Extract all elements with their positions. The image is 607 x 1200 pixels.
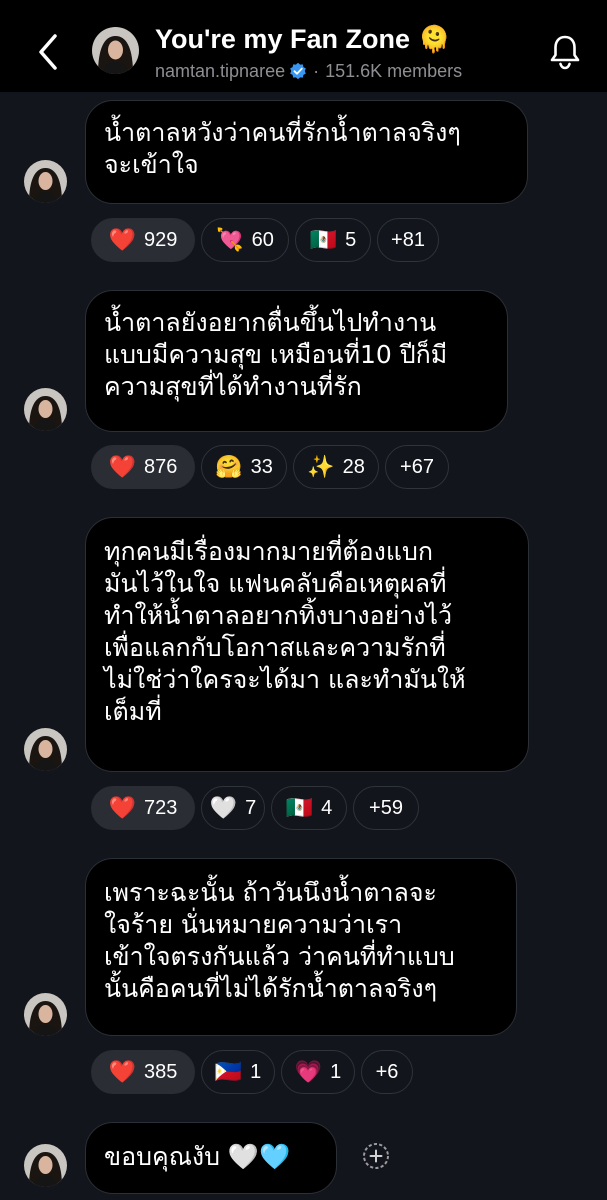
more-reactions-pill[interactable]: +59 xyxy=(353,786,419,830)
message-line: ไม่ใช่ว่าใครจะได้มา และทำมันให้ xyxy=(104,665,466,694)
message-line: นั้นคือคนที่ไม่ได้รักน้ำตาลจริงๆ xyxy=(104,974,438,1003)
add-reaction-button[interactable] xyxy=(356,1136,396,1176)
message-bubble[interactable]: ทุกคนมีเรื่องมากมายที่ต้องแบก มันไว้ในใจ… xyxy=(85,517,529,772)
sender-avatar[interactable] xyxy=(24,160,67,203)
reaction-row: ❤️ 929 💘 60 🇲🇽 5 +81 xyxy=(91,218,439,262)
message-line: ทุกคนมีเรื่องมากมายที่ต้องแบก xyxy=(104,537,433,566)
reaction-pill[interactable]: 🤗 33 xyxy=(201,445,287,489)
channel-title-text: You're my Fan Zone xyxy=(155,24,410,54)
add-reaction-icon xyxy=(363,1143,389,1169)
reaction-pill[interactable]: ❤️ 876 xyxy=(91,445,195,489)
message-line: น้ำตาลหวังว่าคนที่รักน้ำตาลจริงๆ xyxy=(104,118,461,147)
reaction-pill[interactable]: 🇲🇽 5 xyxy=(295,218,371,262)
sender-avatar[interactable] xyxy=(24,1144,67,1187)
heart-emoji: ❤️ xyxy=(108,227,137,252)
melting-face-emoji: 🫠 xyxy=(417,24,451,54)
reaction-pill[interactable]: 💘 60 xyxy=(201,218,289,262)
message-line: ขอบคุณงับ 🤍🩵 xyxy=(104,1142,291,1171)
heart-emoji: ❤️ xyxy=(108,454,137,479)
reaction-count: 5 xyxy=(345,228,357,251)
reaction-count: 1 xyxy=(250,1060,262,1083)
bell-icon xyxy=(550,35,580,70)
reaction-row: ❤️ 385 🇵🇭 1 💗 1 +6 xyxy=(91,1050,413,1094)
message-bubble[interactable]: เพราะฉะนั้น ถ้าวันนึงน้ำตาลจะ ใจร้าย นั่… xyxy=(85,858,517,1036)
verified-badge-icon xyxy=(290,62,306,80)
message-line: ใจร้าย นั่นหมายความว่าเรา xyxy=(104,910,403,939)
sender-avatar[interactable] xyxy=(24,388,67,431)
channel-header: You're my Fan Zone 🫠 namtan.tipnaree · 1… xyxy=(0,0,607,92)
reaction-pill[interactable]: 🇵🇭 1 xyxy=(201,1050,275,1094)
back-button[interactable] xyxy=(30,30,66,74)
reaction-pill[interactable]: ❤️ 929 xyxy=(91,218,195,262)
reaction-pill[interactable]: ❤️ 723 xyxy=(91,786,195,830)
more-reactions-count: +67 xyxy=(400,455,434,478)
more-reactions-count: +81 xyxy=(391,228,425,251)
channel-avatar[interactable] xyxy=(92,27,139,74)
member-count: 151.6K members xyxy=(325,61,463,81)
message-bubble[interactable]: น้ำตาลหวังว่าคนที่รักน้ำตาลจริงๆ จะเข้าใ… xyxy=(85,100,528,204)
heart-emoji: ❤️ xyxy=(108,795,137,820)
reaction-pill[interactable]: 🇲🇽 4 xyxy=(271,786,347,830)
mexico-flag-emoji: 🇲🇽 xyxy=(285,795,314,820)
channel-subtitle: namtan.tipnaree · 151.6K members xyxy=(155,60,462,82)
subtitle-separator: · xyxy=(313,61,320,81)
reaction-row: ❤️ 723 🤍 7 🇲🇽 4 +59 xyxy=(91,786,419,830)
more-reactions-pill[interactable]: +81 xyxy=(377,218,439,262)
channel-username[interactable]: namtan.tipnaree xyxy=(155,60,285,82)
reaction-count: 60 xyxy=(251,228,274,251)
message-line: เข้าใจตรงกันแล้ว ว่าคนที่ทำแบบ xyxy=(104,942,455,971)
reaction-count: 28 xyxy=(342,455,365,478)
message-line: เพราะฉะนั้น ถ้าวันนึงน้ำตาลจะ xyxy=(104,878,437,907)
reaction-count: 929 xyxy=(144,228,178,251)
reaction-row: ❤️ 876 🤗 33 ✨ 28 +67 xyxy=(91,445,449,489)
heart-emoji: ❤️ xyxy=(108,1059,137,1084)
message-line: จะเข้าใจ xyxy=(104,150,199,179)
message-line: เพื่อแลกกับโอกาสและความรักที่ xyxy=(104,633,446,662)
message-line: เต็มที่ xyxy=(104,697,162,726)
message-line: ทำให้น้ำตาลอยากทิ้งบางอย่างไว้ xyxy=(104,601,453,630)
notifications-button[interactable] xyxy=(546,32,584,72)
message-line: น้ำตาลยังอยากตื่นขึ้นไปทำงาน xyxy=(104,308,437,337)
reaction-pill[interactable]: 💗 1 xyxy=(281,1050,355,1094)
reaction-count: 4 xyxy=(321,796,333,819)
sender-avatar[interactable] xyxy=(24,728,67,771)
reaction-pill[interactable]: ✨ 28 xyxy=(293,445,379,489)
channel-title: You're my Fan Zone 🫠 xyxy=(155,22,450,56)
reaction-count: 7 xyxy=(245,796,257,819)
white-heart-emoji: 🤍 xyxy=(209,795,238,820)
sparkles-emoji: ✨ xyxy=(307,454,335,479)
mexico-flag-emoji: 🇲🇽 xyxy=(309,227,338,252)
message-bubble[interactable]: ขอบคุณงับ 🤍🩵 xyxy=(85,1122,337,1194)
reaction-pill[interactable]: 🤍 7 xyxy=(201,786,265,830)
reaction-count: 385 xyxy=(144,1060,178,1083)
philippines-flag-emoji: 🇵🇭 xyxy=(214,1059,243,1084)
message-line: แบบมีความสุข เหมือนที่10 ปีก็มี xyxy=(104,340,448,369)
more-reactions-pill[interactable]: +6 xyxy=(361,1050,413,1094)
message-line: ความสุขที่ได้ทำงานที่รัก xyxy=(104,372,362,401)
more-reactions-count: +6 xyxy=(375,1060,399,1083)
more-reactions-count: +59 xyxy=(369,796,403,819)
reaction-count: 33 xyxy=(250,455,273,478)
more-reactions-pill[interactable]: +67 xyxy=(385,445,449,489)
reaction-count: 1 xyxy=(330,1060,342,1083)
sender-avatar[interactable] xyxy=(24,993,67,1036)
message-bubble[interactable]: น้ำตาลยังอยากตื่นขึ้นไปทำงาน แบบมีความสุ… xyxy=(85,290,508,432)
message-line: มันไว้ในใจ แฟนคลับคือเหตุผลที่ xyxy=(104,569,447,598)
reaction-count: 876 xyxy=(144,455,178,478)
reaction-count: 723 xyxy=(144,796,178,819)
heart-arrow-emoji: 💘 xyxy=(216,227,244,252)
hugging-face-emoji: 🤗 xyxy=(215,454,243,479)
chevron-left-icon xyxy=(39,34,57,70)
reaction-pill[interactable]: ❤️ 385 xyxy=(91,1050,195,1094)
growing-heart-emoji: 💗 xyxy=(294,1059,323,1084)
